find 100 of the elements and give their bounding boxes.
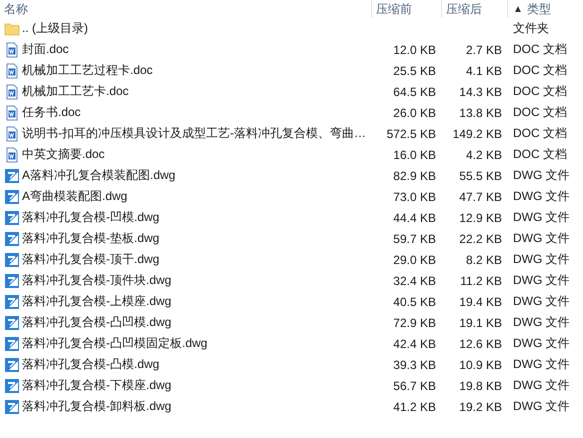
file-row[interactable]: 机械加工工艺卡.doc 64.5 KB 14.3 KB DOC 文档 [0,81,583,102]
file-row[interactable]: 落料冲孔复合模-下模座.dwg 56.7 KB 19.8 KB DWG 文件 [0,375,583,396]
original-size: 32.4 KB [393,274,436,288]
document-icon [4,62,20,78]
document-icon [4,84,20,100]
compressed-size: 8.2 KB [466,252,502,266]
compressed-size: 22.2 KB [459,232,502,246]
file-row[interactable]: 落料冲孔复合模-凸模.dwg 39.3 KB 10.9 KB DWG 文件 [0,354,583,375]
file-row[interactable]: 中英文摘要.doc 16.0 KB 4.2 KB DOC 文档 [0,144,583,165]
file-type: DWG 文件 [513,335,570,352]
column-title: 压缩前 [376,0,412,18]
document-icon [4,42,20,58]
file-name: 落料冲孔复合模-上模座.dwg [22,293,172,310]
original-size: 25.5 KB [393,64,436,78]
file-name: 落料冲孔复合模-凸凹模固定板.dwg [22,335,208,352]
compressed-size: 149.2 KB [452,126,502,140]
compressed-size: 12.6 KB [459,336,502,350]
sort-indicator: ▲ [513,4,523,14]
file-type: DWG 文件 [513,251,570,268]
file-row[interactable]: 落料冲孔复合模-凸凹模固定板.dwg 42.4 KB 12.6 KB DWG 文件 [0,333,583,354]
original-size: 44.4 KB [393,210,436,224]
file-type: DOC 文档 [513,125,567,142]
compressed-size: 47.7 KB [459,190,502,204]
drawing-file-icon [4,314,20,330]
file-type: DWG 文件 [513,167,570,184]
file-type: DWG 文件 [513,209,570,226]
file-type: DOC 文档 [513,83,567,100]
compressed-size: 19.4 KB [459,294,502,308]
compressed-size: 19.2 KB [459,400,502,414]
original-size: 41.2 KB [393,400,436,414]
document-icon [4,146,20,162]
file-row[interactable]: 落料冲孔复合模-垫板.dwg 59.7 KB 22.2 KB DWG 文件 [0,228,583,249]
file-name: A弯曲模装配图.dwg [22,188,128,205]
file-name: 中英文摘要.doc [22,146,105,163]
original-size: 73.0 KB [393,190,436,204]
file-row[interactable]: A弯曲模装配图.dwg 73.0 KB 47.7 KB DWG 文件 [0,186,583,207]
document-icon [4,104,20,120]
file-name: 落料冲孔复合模-下模座.dwg [22,377,172,394]
file-row[interactable]: 封面.doc 12.0 KB 2.7 KB DOC 文档 [0,39,583,60]
original-size: 16.0 KB [393,148,436,162]
drawing-file-icon [4,168,20,184]
file-name: .. (上级目录) [22,20,88,37]
file-type: DWG 文件 [513,230,570,247]
folder-icon [4,20,20,36]
original-size: 72.9 KB [393,316,436,330]
file-name: 说明书-扣耳的冲压模具设计及成型工艺-落料冲孔复合模、弯曲… [22,125,366,142]
column-header[interactable]: ▲ 类型 [508,0,583,18]
file-name: 落料冲孔复合模-凹模.dwg [22,209,160,226]
file-row[interactable]: .. (上级目录) 文件夹 [0,18,583,39]
original-size: 29.0 KB [393,252,436,266]
file-row[interactable]: 落料冲孔复合模-顶干.dwg 29.0 KB 8.2 KB DWG 文件 [0,249,583,270]
file-name: 机械加工工艺过程卡.doc [22,62,153,79]
file-type: DWG 文件 [513,272,570,289]
drawing-file-icon [4,230,20,246]
column-title: 名称 [4,0,28,18]
file-row[interactable]: 机械加工工艺过程卡.doc 25.5 KB 4.1 KB DOC 文档 [0,60,583,81]
file-name: 落料冲孔复合模-凸凹模.dwg [22,314,172,331]
compressed-size: 4.1 KB [466,64,502,78]
file-type: DOC 文档 [513,104,567,121]
file-row[interactable]: 落料冲孔复合模-卸料板.dwg 41.2 KB 19.2 KB DWG 文件 [0,396,583,417]
column-title: 类型 [526,0,551,18]
file-row[interactable]: 任务书.doc 26.0 KB 13.8 KB DOC 文档 [0,102,583,123]
compressed-size: 10.9 KB [459,358,502,372]
file-type: DWG 文件 [513,314,570,331]
drawing-file-icon [4,294,20,310]
original-size: 39.3 KB [393,358,436,372]
file-type: DWG 文件 [513,188,570,205]
column-header[interactable]: 压缩后 [442,0,508,18]
file-type: 文件夹 [513,20,549,37]
column-header[interactable]: 压缩前 [372,0,442,18]
file-type: DOC 文档 [513,41,567,58]
compressed-size: 4.2 KB [466,148,502,162]
file-row[interactable]: 说明书-扣耳的冲压模具设计及成型工艺-落料冲孔复合模、弯曲… 572.5 KB 149.2 KB DOC 文档 [0,123,583,144]
file-type: DWG 文件 [513,398,570,415]
compressed-size: 55.5 KB [459,168,502,182]
original-size: 64.5 KB [393,84,436,98]
file-row[interactable]: 落料冲孔复合模-凹模.dwg 44.4 KB 12.9 KB DWG 文件 [0,207,583,228]
file-name: 任务书.doc [22,104,81,121]
file-row[interactable]: A落料冲孔复合模装配图.dwg 82.9 KB 55.5 KB DWG 文件 [0,165,583,186]
drawing-file-icon [4,378,20,394]
drawing-file-icon [4,252,20,268]
original-size: 40.5 KB [393,294,436,308]
original-size: 12.0 KB [393,42,436,56]
compressed-size: 19.8 KB [459,378,502,392]
original-size: 56.7 KB [393,378,436,392]
compressed-size: 19.1 KB [459,316,502,330]
file-row[interactable]: 落料冲孔复合模-上模座.dwg 40.5 KB 19.4 KB DWG 文件 [0,291,583,312]
file-type: DOC 文档 [513,146,567,163]
drawing-file-icon [4,398,20,414]
file-name: 落料冲孔复合模-卸料板.dwg [22,398,172,415]
file-row[interactable]: 落料冲孔复合模-凸凹模.dwg 72.9 KB 19.1 KB DWG 文件 [0,312,583,333]
compressed-size: 12.9 KB [459,210,502,224]
column-header[interactable]: 名称 [0,0,372,18]
drawing-file-icon [4,188,20,204]
file-type: DWG 文件 [513,377,570,394]
file-row[interactable]: 落料冲孔复合模-顶件块.dwg 32.4 KB 11.2 KB DWG 文件 [0,270,583,291]
original-size: 572.5 KB [386,126,436,140]
file-name: 落料冲孔复合模-顶干.dwg [22,251,160,268]
compressed-size: 13.8 KB [459,106,502,120]
original-size: 82.9 KB [393,168,436,182]
